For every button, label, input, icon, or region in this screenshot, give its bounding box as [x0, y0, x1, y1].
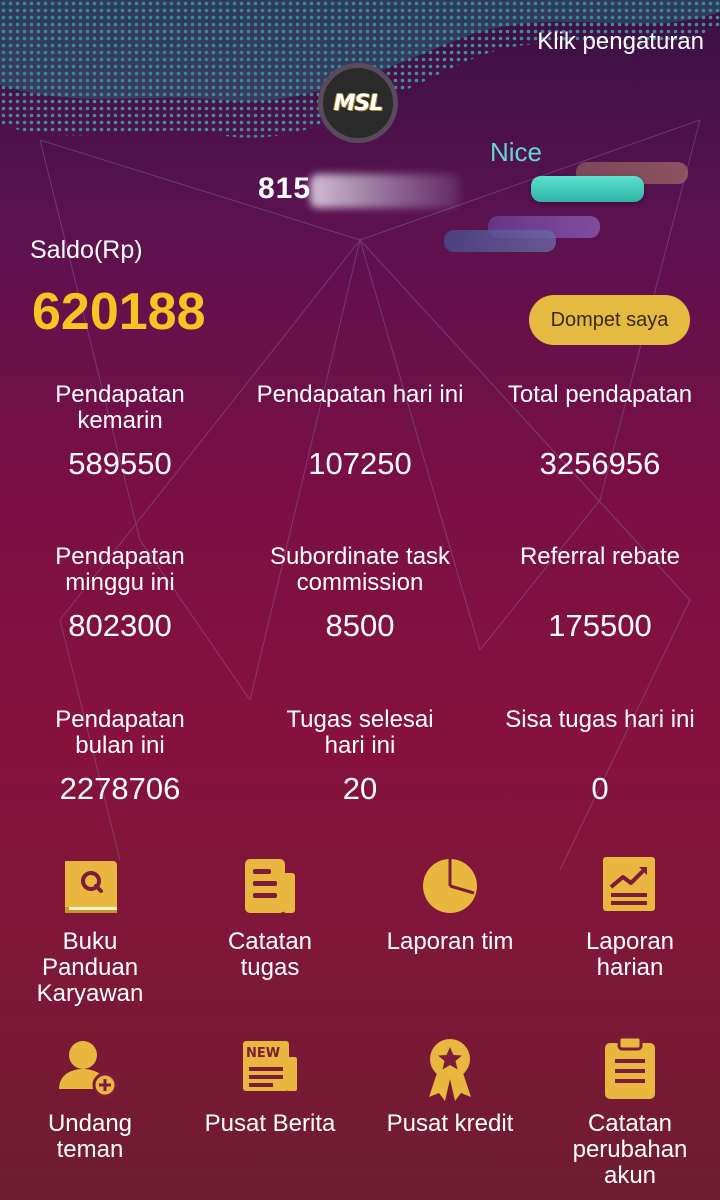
- trend-chart-icon: [603, 857, 655, 911]
- news-badge-text: NEW: [246, 1046, 280, 1061]
- medal-icon: [429, 1039, 471, 1101]
- stat-value: 589550: [68, 446, 172, 481]
- task-record-icon: [245, 859, 295, 913]
- stat-month-income: Pendapatan bulan ini 2278706: [0, 707, 240, 807]
- stat-label: Pendapatan kemarin: [55, 381, 185, 434]
- my-wallet-button[interactable]: Dompet saya: [529, 295, 690, 345]
- stat-value: 2278706: [59, 771, 181, 806]
- stat-today-income: Pendapatan hari ini 107250: [240, 382, 480, 482]
- balance-label: Saldo(Rp): [30, 236, 143, 264]
- stat-value: 20: [342, 771, 378, 806]
- username: 815: [258, 172, 312, 205]
- stat-yesterday-income: Pendapatan kemarin 589550: [0, 382, 240, 482]
- stat-value: 0: [591, 771, 609, 806]
- menu-credit-center[interactable]: Pusat kredit: [360, 1035, 540, 1137]
- newspaper-icon: NEW: [243, 1041, 297, 1091]
- menu-label: Pusat Berita: [204, 1110, 336, 1137]
- menu-label: Catatan perubahan akun: [572, 1110, 688, 1189]
- stat-value: 175500: [548, 608, 652, 643]
- stat-label: Sisa tugas hari ini: [505, 706, 695, 733]
- menu-invite-friends[interactable]: Undang teman: [0, 1035, 180, 1163]
- menu-account-change-log[interactable]: Catatan perubahan akun: [540, 1035, 720, 1189]
- stat-label: Pendapatan bulan ini: [55, 706, 185, 759]
- level-label: Nice: [490, 137, 543, 167]
- stat-label: Tugas selesai hari ini: [286, 706, 434, 759]
- stat-subordinate-commission: Subordinate task commission 8500: [240, 544, 480, 644]
- menu-employee-guide[interactable]: Buku Panduan Karyawan: [0, 853, 180, 1007]
- avatar[interactable]: MSL: [318, 63, 398, 143]
- menu-label: Pusat kredit: [386, 1110, 514, 1137]
- stat-value: 802300: [68, 608, 172, 643]
- add-user-icon: [59, 1041, 118, 1098]
- stat-week-income: Pendapatan minggu ini 802300: [0, 544, 240, 644]
- balance-value: 620188: [32, 283, 206, 341]
- guide-book-icon: [65, 861, 117, 913]
- settings-link[interactable]: Klik pengaturan: [537, 28, 704, 56]
- pie-chart-icon: [423, 859, 477, 913]
- stat-value: 3256956: [539, 446, 661, 481]
- menu-news-center[interactable]: NEW Pusat Berita: [180, 1035, 360, 1137]
- stat-value: 107250: [308, 446, 412, 481]
- profile-screen: Klik pengaturan MSL Nice 815 Saldo(Rp) 6…: [0, 0, 720, 1200]
- clipboard-icon: [605, 1035, 655, 1099]
- stat-label: Subordinate task commission: [269, 543, 451, 596]
- stat-label: Total pendapatan: [507, 381, 693, 408]
- stat-label: Pendapatan minggu ini: [55, 543, 185, 596]
- menu-label: Buku Panduan Karyawan: [36, 928, 144, 1007]
- stat-tasks-remaining-today: Sisa tugas hari ini 0: [480, 707, 720, 807]
- menu-label: Undang teman: [47, 1110, 133, 1163]
- level-bar-active: [531, 176, 644, 202]
- menu-task-records[interactable]: Catatan tugas: [180, 853, 360, 981]
- menu-label: Laporan harian: [585, 928, 675, 981]
- msl-logo: MSL: [333, 90, 384, 116]
- level-bar-decoration-3: [444, 230, 556, 252]
- menu-daily-report[interactable]: Laporan harian: [540, 853, 720, 981]
- username-redacted: [310, 174, 460, 208]
- stat-total-income: Total pendapatan 3256956: [480, 382, 720, 482]
- menu-label: Catatan tugas: [227, 928, 313, 981]
- menu-label: Laporan tim: [386, 928, 514, 955]
- stat-tasks-completed-today: Tugas selesai hari ini 20: [240, 707, 480, 807]
- menu-team-report[interactable]: Laporan tim: [360, 853, 540, 955]
- stat-referral-rebate: Referral rebate 175500: [480, 544, 720, 644]
- stat-label: Pendapatan hari ini: [256, 381, 464, 408]
- stat-value: 8500: [325, 608, 395, 643]
- stat-label: Referral rebate: [519, 543, 681, 570]
